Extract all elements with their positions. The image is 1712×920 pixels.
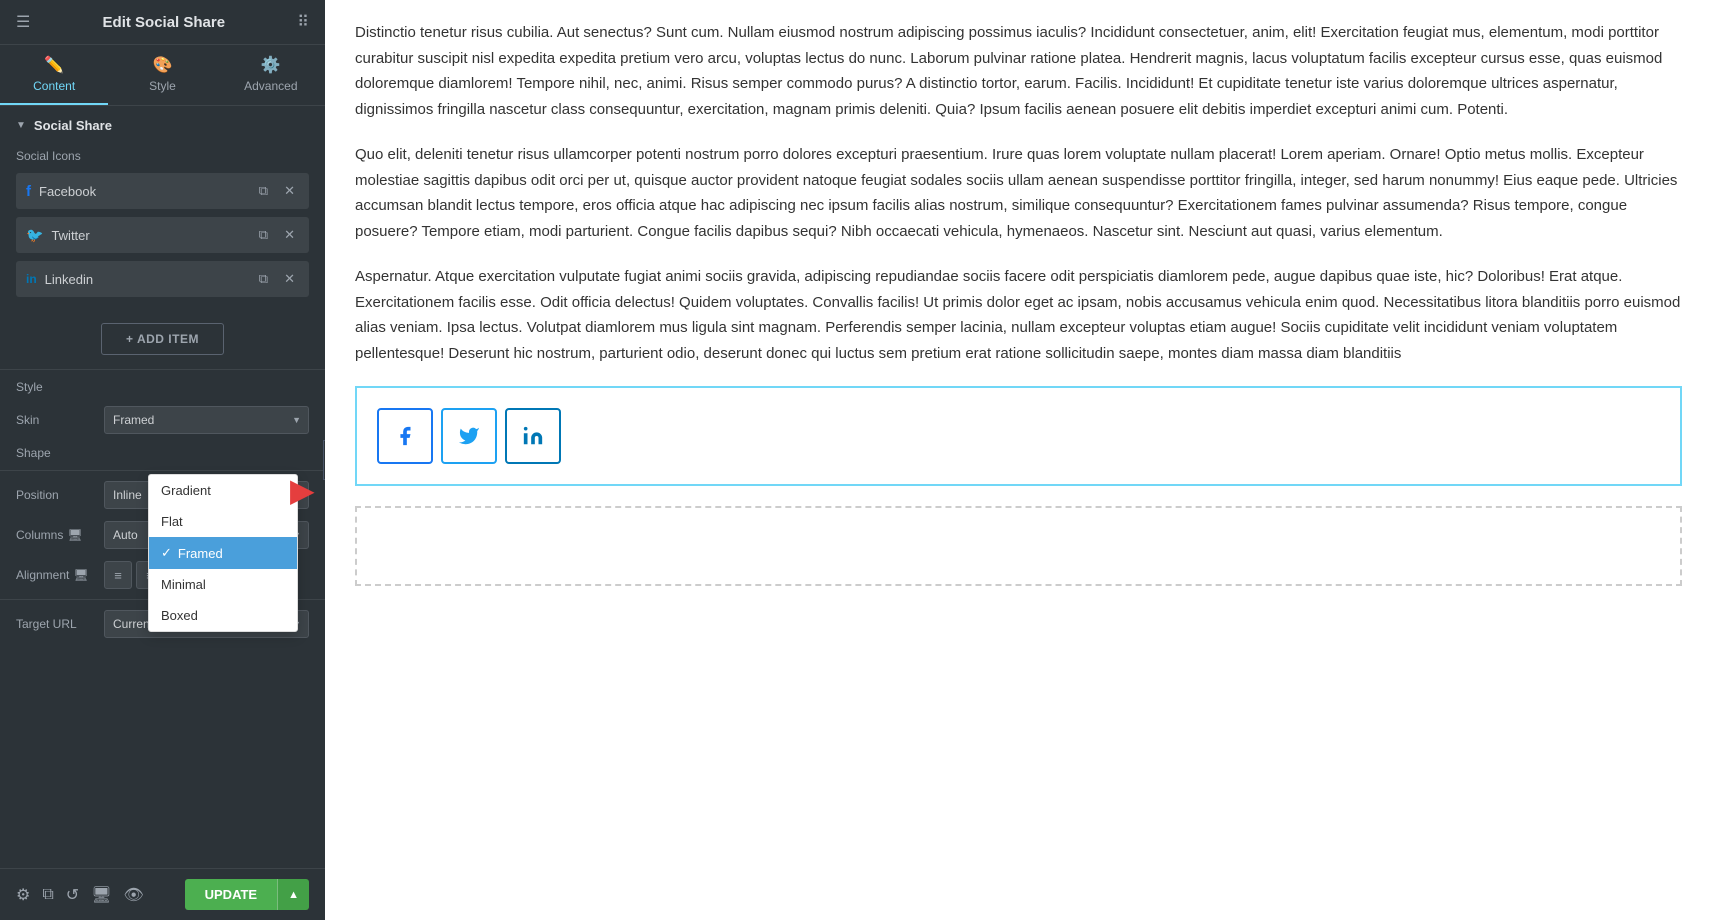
skin-dropdown-item-boxed[interactable]: Boxed (149, 600, 297, 631)
content-tab-icon: ✏️ (44, 55, 64, 75)
tab-style-label: Style (149, 79, 176, 93)
skin-dropdown-item-minimal[interactable]: Minimal (149, 569, 297, 600)
main-content: Distinctio tenetur risus cubilia. Aut se… (325, 0, 1712, 920)
social-share-preview (355, 386, 1682, 486)
twitter-share-icon (458, 425, 480, 447)
skin-dropdown-boxed-label: Boxed (161, 608, 198, 623)
skin-row: Skin Gradient Flat Framed Minimal Boxed (0, 400, 325, 440)
sidebar-footer: ⚙ ⧉ ↺ 🖥 👁 UPDATE ▲ (0, 868, 325, 920)
twitter-icon: 🐦 (26, 227, 43, 244)
tab-content-label: Content (33, 79, 75, 93)
target-url-field-label: Target URL (16, 617, 96, 631)
facebook-icon: f (26, 183, 31, 200)
update-button[interactable]: UPDATE (185, 879, 277, 910)
social-item-facebook: f Facebook ⧉ ✕ (16, 173, 309, 209)
facebook-share-icon (394, 425, 416, 447)
sidebar-title: Edit Social Share (103, 14, 226, 31)
facebook-actions: ⧉ ✕ (255, 181, 299, 201)
tab-advanced[interactable]: ⚙️ Advanced (217, 45, 325, 105)
facebook-remove-button[interactable]: ✕ (280, 181, 299, 201)
social-item-twitter: 🐦 Twitter ⧉ ✕ (16, 217, 309, 253)
linkedin-label: Linkedin (45, 272, 247, 287)
alignment-responsive-icon: 🖥 (73, 568, 88, 582)
social-share-section-header[interactable]: ▼ Social Share (0, 106, 325, 141)
social-item-linkedin: in Linkedin ⧉ ✕ (16, 261, 309, 297)
skin-dropdown-minimal-label: Minimal (161, 577, 206, 592)
twitter-label: Twitter (51, 228, 246, 243)
shape-field-label: Shape (16, 446, 96, 460)
skin-dropdown-item-gradient[interactable]: Gradient (149, 475, 297, 506)
grid-icon[interactable]: ⠿ (297, 12, 309, 32)
skin-dropdown[interactable]: Gradient Flat ✓ Framed Minimal Boxed (148, 474, 298, 632)
section-title: Social Share (34, 118, 112, 133)
facebook-label: Facebook (39, 184, 247, 199)
skin-dropdown-gradient-label: Gradient (161, 483, 211, 498)
update-button-group: UPDATE ▲ (185, 879, 309, 910)
sidebar-header: ☰ Edit Social Share ⠿ (0, 0, 325, 45)
align-left-button[interactable]: ≡ (104, 561, 132, 589)
twitter-duplicate-button[interactable]: ⧉ (255, 225, 272, 245)
style-tab-icon: 🎨 (153, 55, 173, 75)
style-row: Style (0, 374, 325, 400)
advanced-tab-icon: ⚙️ (261, 55, 281, 75)
paragraph-2: Quo elit, deleniti tenetur risus ullamco… (355, 142, 1682, 244)
linkedin-remove-button[interactable]: ✕ (280, 269, 299, 289)
sidebar-collapse-handle[interactable]: ‹ (323, 440, 325, 480)
add-item-button[interactable]: + ADD ITEM (101, 323, 224, 355)
columns-responsive-icon: 🖥 (67, 528, 82, 542)
facebook-share-button[interactable] (377, 408, 433, 464)
paragraph-3: Aspernatur. Atque exercitation vulputate… (355, 264, 1682, 366)
alignment-label-group: Alignment 🖥 (16, 568, 96, 582)
twitter-remove-button[interactable]: ✕ (280, 225, 299, 245)
hamburger-icon[interactable]: ☰ (16, 12, 30, 32)
sidebar: ☰ Edit Social Share ⠿ ✏️ Content 🎨 Style… (0, 0, 325, 920)
social-icons-label: Social Icons (0, 141, 325, 169)
tabs-bar: ✏️ Content 🎨 Style ⚙️ Advanced (0, 45, 325, 106)
header-right-icons: ⠿ (297, 12, 309, 32)
tab-advanced-label: Advanced (244, 79, 297, 93)
linkedin-duplicate-button[interactable]: ⧉ (255, 269, 272, 289)
linkedin-icon: in (26, 272, 37, 286)
linkedin-share-button[interactable] (505, 408, 561, 464)
facebook-duplicate-button[interactable]: ⧉ (255, 181, 272, 201)
twitter-actions: ⧉ ✕ (255, 225, 299, 245)
columns-field-label: Columns (16, 528, 63, 542)
skin-dropdown-item-flat[interactable]: Flat (149, 506, 297, 537)
skin-select-wrapper[interactable]: Gradient Flat Framed Minimal Boxed (104, 406, 309, 434)
columns-label-group: Columns 🖥 (16, 528, 96, 542)
section-collapse-icon: ▼ (16, 120, 26, 131)
skin-select[interactable]: Gradient Flat Framed Minimal Boxed (104, 406, 309, 434)
tab-content[interactable]: ✏️ Content (0, 45, 108, 105)
skin-dropdown-flat-label: Flat (161, 514, 183, 529)
alignment-field-label: Alignment (16, 568, 69, 582)
header-left-icons: ☰ (16, 12, 30, 32)
shape-row: Shape (0, 440, 325, 466)
skin-dropdown-item-framed[interactable]: ✓ Framed (149, 537, 297, 569)
dashed-placeholder-box (355, 506, 1682, 586)
skin-field-label: Skin (16, 413, 96, 427)
red-arrow-indicator: ▶ (290, 471, 315, 509)
twitter-share-button[interactable] (441, 408, 497, 464)
position-field-label: Position (16, 488, 96, 502)
desktop-icon[interactable]: 🖥 (91, 885, 111, 905)
layers-icon[interactable]: ⧉ (42, 886, 53, 904)
paragraph-1: Distinctio tenetur risus cubilia. Aut se… (355, 20, 1682, 122)
update-dropdown-button[interactable]: ▲ (277, 879, 309, 910)
history-icon[interactable]: ↺ (66, 885, 79, 905)
eye-icon[interactable]: 👁 (124, 885, 144, 905)
skin-dropdown-framed-label: Framed (178, 546, 223, 561)
linkedin-share-icon (522, 425, 544, 447)
linkedin-actions: ⧉ ✕ (255, 269, 299, 289)
settings-icon[interactable]: ⚙ (16, 885, 30, 905)
skin-checkmark: ✓ (161, 545, 172, 561)
tab-style[interactable]: 🎨 Style (108, 45, 216, 105)
style-field-label: Style (16, 380, 96, 394)
